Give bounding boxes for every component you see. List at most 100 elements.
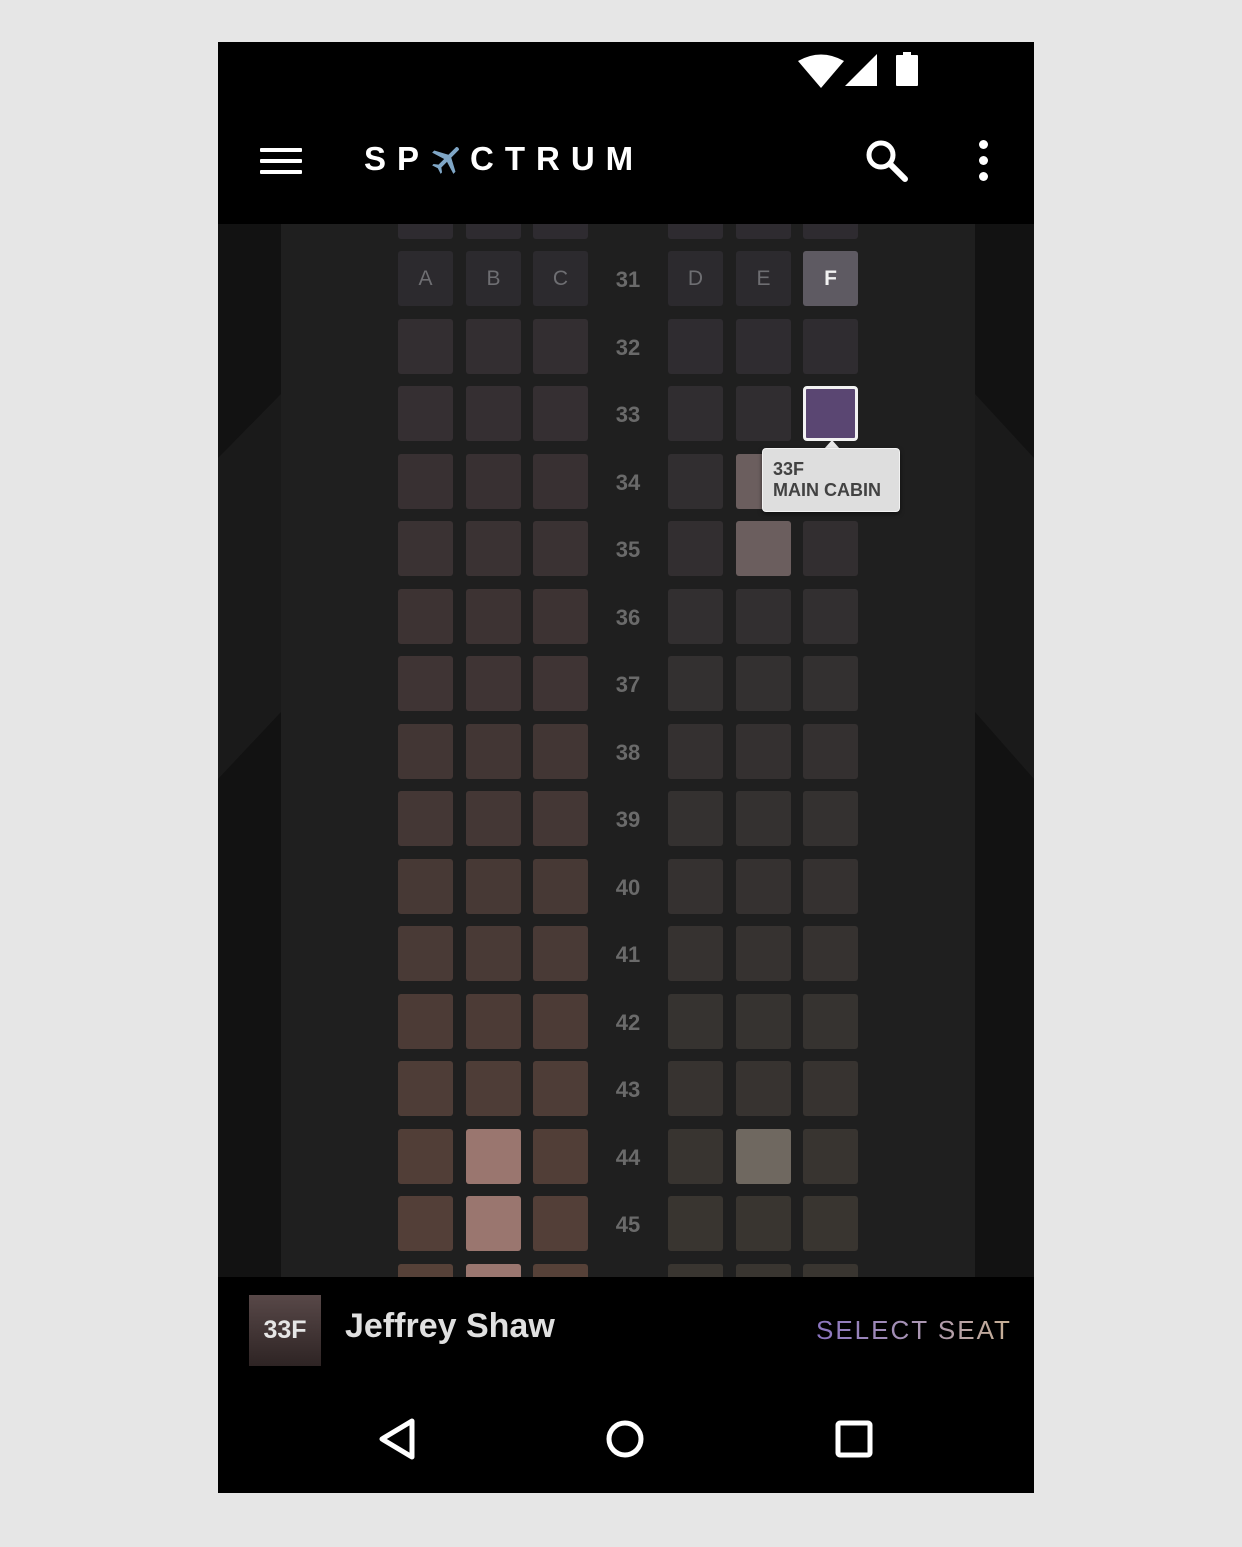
seat-38f[interactable] <box>803 723 858 779</box>
seat-32a[interactable] <box>398 318 453 374</box>
seat-39b[interactable] <box>466 791 521 846</box>
seat-34d[interactable] <box>668 453 723 509</box>
seat-30d[interactable] <box>668 224 723 239</box>
seat-46a[interactable] <box>398 1263 453 1277</box>
search-icon[interactable] <box>864 138 910 184</box>
seat-41c[interactable] <box>533 926 588 981</box>
seat-43e[interactable] <box>736 1061 791 1116</box>
seat-header-b[interactable]: B <box>466 251 521 306</box>
seat-32c[interactable] <box>533 318 588 374</box>
seat-37a[interactable] <box>398 656 453 711</box>
home-icon[interactable] <box>603 1417 647 1461</box>
seat-41a[interactable] <box>398 926 453 981</box>
seat-41d[interactable] <box>668 926 723 981</box>
seat-34a[interactable] <box>398 453 453 509</box>
seat-40b[interactable] <box>466 858 521 914</box>
seat-35a[interactable] <box>398 521 453 576</box>
seat-37e[interactable] <box>736 656 791 711</box>
seat-43d[interactable] <box>668 1061 723 1116</box>
seat-43a[interactable] <box>398 1061 453 1116</box>
seat-41f[interactable] <box>803 926 858 981</box>
seat-42e[interactable] <box>736 993 791 1049</box>
seat-39a[interactable] <box>398 791 453 846</box>
seat-header-a[interactable]: A <box>398 251 453 306</box>
seat-44c[interactable] <box>533 1128 588 1184</box>
seat-41e[interactable] <box>736 926 791 981</box>
seat-33b[interactable] <box>466 386 521 441</box>
menu-icon[interactable] <box>260 140 304 184</box>
seat-30c[interactable] <box>533 224 588 239</box>
seat-45f[interactable] <box>803 1196 858 1251</box>
seat-46f[interactable] <box>803 1263 858 1277</box>
seat-35e[interactable] <box>736 521 791 576</box>
seat-34b[interactable] <box>466 453 521 509</box>
seat-36a[interactable] <box>398 588 453 644</box>
seat-30b[interactable] <box>466 224 521 239</box>
seat-38c[interactable] <box>533 723 588 779</box>
seat-45a[interactable] <box>398 1196 453 1251</box>
seat-45d[interactable] <box>668 1196 723 1251</box>
seat-38e[interactable] <box>736 723 791 779</box>
seat-40e[interactable] <box>736 858 791 914</box>
seat-43f[interactable] <box>803 1061 858 1116</box>
seat-35d[interactable] <box>668 521 723 576</box>
seat-header-d[interactable]: D <box>668 251 723 306</box>
more-vert-icon[interactable] <box>970 138 996 184</box>
seat-45e[interactable] <box>736 1196 791 1251</box>
seat-44e[interactable] <box>736 1128 791 1184</box>
seat-45c[interactable] <box>533 1196 588 1251</box>
seat-33e[interactable] <box>736 386 791 441</box>
seat-35f[interactable] <box>803 521 858 576</box>
seat-36c[interactable] <box>533 588 588 644</box>
back-icon[interactable] <box>376 1417 420 1461</box>
seat-40a[interactable] <box>398 858 453 914</box>
seat-38d[interactable] <box>668 723 723 779</box>
seat-37c[interactable] <box>533 656 588 711</box>
seat-46c[interactable] <box>533 1263 588 1277</box>
seat-33f-selected[interactable] <box>803 386 858 441</box>
seat-30e[interactable] <box>736 224 791 239</box>
seat-43c[interactable] <box>533 1061 588 1116</box>
seat-46d[interactable] <box>668 1263 723 1277</box>
seat-37b[interactable] <box>466 656 521 711</box>
seat-43b[interactable] <box>466 1061 521 1116</box>
seat-44a[interactable] <box>398 1128 453 1184</box>
seat-32e[interactable] <box>736 318 791 374</box>
seat-42d[interactable] <box>668 993 723 1049</box>
seat-38a[interactable] <box>398 723 453 779</box>
seat-34c[interactable] <box>533 453 588 509</box>
recents-icon[interactable] <box>832 1417 876 1461</box>
seat-44f[interactable] <box>803 1128 858 1184</box>
seat-36f[interactable] <box>803 588 858 644</box>
select-seat-button[interactable]: SELECT SEAT <box>816 1315 1012 1346</box>
seat-35b[interactable] <box>466 521 521 576</box>
seat-36e[interactable] <box>736 588 791 644</box>
seat-33a[interactable] <box>398 386 453 441</box>
seat-40d[interactable] <box>668 858 723 914</box>
seat-32f[interactable] <box>803 318 858 374</box>
seat-39e[interactable] <box>736 791 791 846</box>
seat-42a[interactable] <box>398 993 453 1049</box>
seat-45b[interactable] <box>466 1196 521 1251</box>
seat-40f[interactable] <box>803 858 858 914</box>
seat-46b[interactable] <box>466 1263 521 1277</box>
seat-32d[interactable] <box>668 318 723 374</box>
seat-33d[interactable] <box>668 386 723 441</box>
seat-36b[interactable] <box>466 588 521 644</box>
seat-36d[interactable] <box>668 588 723 644</box>
seat-39f[interactable] <box>803 791 858 846</box>
seat-44d[interactable] <box>668 1128 723 1184</box>
seat-37d[interactable] <box>668 656 723 711</box>
seat-38b[interactable] <box>466 723 521 779</box>
seat-42c[interactable] <box>533 993 588 1049</box>
seat-32b[interactable] <box>466 318 521 374</box>
seat-37f[interactable] <box>803 656 858 711</box>
seat-35c[interactable] <box>533 521 588 576</box>
seat-33c[interactable] <box>533 386 588 441</box>
seat-39c[interactable] <box>533 791 588 846</box>
seat-header-c[interactable]: C <box>533 251 588 306</box>
seat-46e[interactable] <box>736 1263 791 1277</box>
seat-40c[interactable] <box>533 858 588 914</box>
seat-44b[interactable] <box>466 1128 521 1184</box>
seat-42f[interactable] <box>803 993 858 1049</box>
